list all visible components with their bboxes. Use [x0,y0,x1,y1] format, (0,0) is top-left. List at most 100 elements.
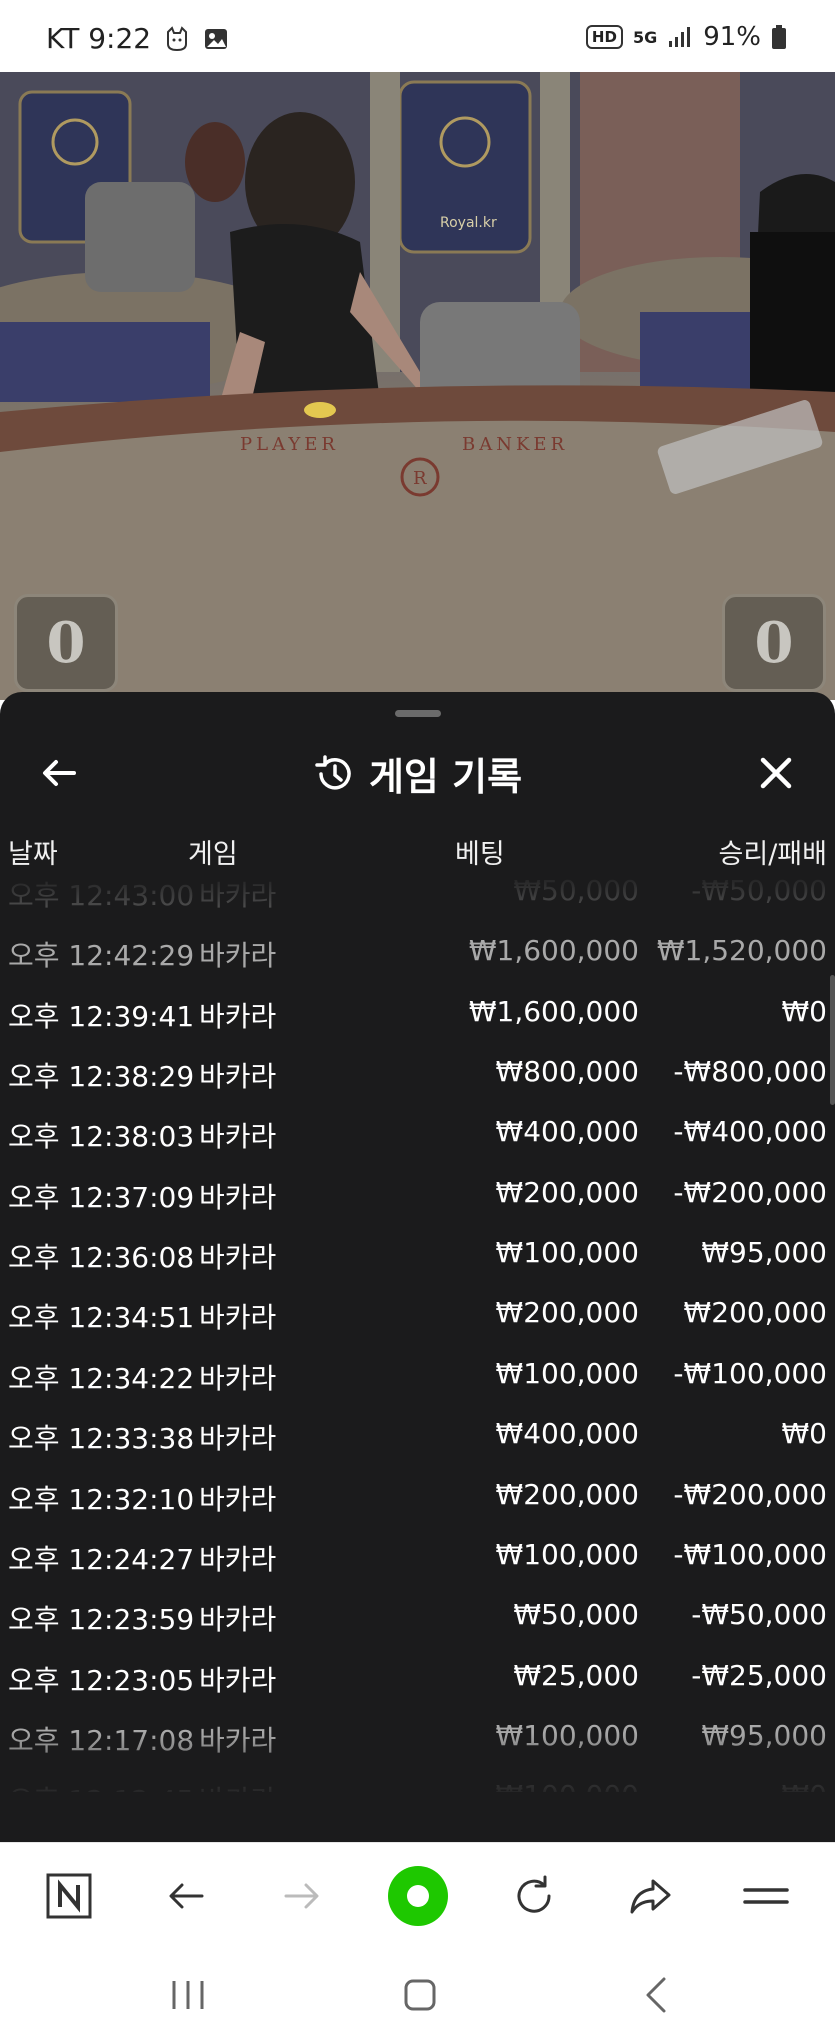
history-row: 오후 12:34:51 바카라 ₩200,000 ₩200,000 [0,1284,835,1344]
row-result: -₩400,000 [673,1115,827,1149]
history-row: 오후 12:12:45 바카라 ₩100,000 ₩0 [0,1767,835,1792]
svg-text:R: R [413,468,427,489]
browser-forward-button[interactable] [271,1865,333,1927]
row-result: ₩1,520,000 [656,934,827,968]
green-dot-button[interactable] [387,1865,449,1927]
forward-arrow-icon [284,1883,319,1909]
system-back-button[interactable] [626,1970,686,2020]
row-result: ₩0 [781,994,828,1028]
row-game: 바카라 [199,1542,277,1576]
row-bet: ₩100,000 [495,1537,639,1571]
row-bet: ₩100,000 [495,1236,639,1270]
baccarat-table-scene: PLAYER BANKER R Royal.kr [0,72,835,700]
row-game: 바카라 [199,1361,277,1395]
share-icon [630,1879,671,1914]
player-score: 0 [14,594,118,692]
carrier-time: KT 9:22 [46,22,152,55]
row-bet: ₩200,000 [495,1477,639,1511]
row-result: ₩95,000 [701,1236,827,1270]
row-date: 오후 12:23:05 [8,1663,195,1697]
row-bet: ₩50,000 [513,1598,639,1632]
row-game: 바카라 [199,1482,277,1516]
recent-apps-button[interactable] [158,1970,218,2020]
refresh-button[interactable] [503,1865,565,1927]
history-row: 오후 12:32:10 바카라 ₩200,000 -₩200,000 [0,1466,835,1526]
panel-header: 게임 기록 [0,732,835,812]
history-row: 오후 12:33:38 바카라 ₩400,000 ₩0 [0,1405,835,1465]
naver-home-button[interactable] [38,1865,100,1927]
row-result: ₩95,000 [701,1718,827,1752]
row-date: 오후 12:38:29 [8,1060,195,1094]
history-row: 오후 12:17:08 바카라 ₩100,000 ₩95,000 [0,1707,835,1767]
row-result: -₩25,000 [691,1658,827,1692]
row-game: 바카라 [199,939,277,973]
status-bar: KT 9:22 HD 5G 91% [0,0,835,72]
history-row: 오후 12:23:59 바카라 ₩50,000 -₩50,000 [0,1586,835,1646]
column-headers: 날짜 게임 베팅 승리/패배 [0,832,835,876]
battery-icon [771,24,787,50]
row-date: 오후 12:39:41 [8,999,195,1033]
row-date: 오후 12:38:03 [8,1120,195,1154]
col-header-date: 날짜 [8,839,58,870]
history-row: 오후 12:34:22 바카라 ₩100,000 -₩100,000 [0,1345,835,1405]
row-date: 오후 12:36:08 [8,1241,195,1275]
browser-back-button[interactable] [155,1865,217,1927]
table-label-player: PLAYER [240,434,339,455]
row-date: 오후 12:42:29 [8,939,195,973]
history-icon [315,754,351,790]
table-label-banker: BANKER [462,434,568,455]
history-row: 오후 12:36:08 바카라 ₩100,000 ₩95,000 [0,1224,835,1284]
row-date: 오후 12:34:51 [8,1301,195,1335]
col-header-bet: 베팅 [455,839,505,870]
row-date: 오후 12:24:27 [8,1542,195,1576]
close-button[interactable] [753,750,799,796]
row-result: ₩200,000 [683,1296,827,1330]
history-row: 오후 12:38:03 바카라 ₩400,000 -₩400,000 [0,1103,835,1163]
recent-apps-icon [172,1981,204,2009]
naver-home-icon [46,1873,92,1919]
menu-icon [743,1888,789,1904]
row-game: 바카라 [199,1060,277,1094]
network-5g-icon: 5G [632,27,658,47]
live-video-stream[interactable]: PLAYER BANKER R Royal.kr 0 0 [0,72,835,700]
row-result: ₩0 [781,1417,828,1451]
drag-handle[interactable] [395,710,441,717]
row-date: 오후 12:17:08 [8,1723,195,1757]
system-back-icon [646,1977,666,2013]
row-result: -₩200,000 [673,1477,827,1511]
history-list[interactable]: 오후 12:43:00 바카라 ₩50,000 -₩50,000 오후 12:42:29… [0,872,835,1792]
row-game: 바카라 [199,1422,277,1456]
row-date: 오후 12:12:45 [8,1779,194,1792]
gallery-notification-icon [203,27,229,51]
col-header-result: 승리/패배 [718,839,827,870]
row-game: 바카라 [199,1241,277,1275]
close-icon [760,757,792,789]
banker-score: 0 [722,594,826,692]
row-game: 바카라 [199,1779,276,1792]
game-history-panel: 게임 기록 날짜 게임 베팅 승리/패배 오후 12:43:00 바카라 ₩50,0… [0,692,835,1842]
row-bet: ₩50,000 [513,874,639,907]
row-result: -₩50,000 [691,874,827,907]
row-game: 바카라 [199,879,277,912]
scrollbar[interactable] [830,975,835,1105]
cat-notification-icon [165,25,189,52]
row-date: 오후 12:37:09 [8,1180,195,1214]
row-bet: ₩400,000 [495,1115,639,1149]
row-bet: ₩200,000 [495,1175,639,1209]
row-result: -₩800,000 [673,1055,827,1089]
menu-button[interactable] [735,1865,797,1927]
row-result: ₩0 [782,1779,828,1792]
signal-icon [667,25,693,49]
row-game: 바카라 [199,999,277,1033]
row-result: -₩100,000 [673,1537,827,1571]
panel-title: 게임 기록 [0,746,835,801]
history-row: 오후 12:43:00 바카라 ₩50,000 -₩50,000 [0,872,835,922]
sign-text: Royal.kr [440,215,497,231]
share-button[interactable] [619,1865,681,1927]
history-row: 오후 12:42:29 바카라 ₩1,600,000 ₩1,520,000 [0,922,835,982]
home-button[interactable] [390,1970,450,2020]
history-row: 오후 12:37:09 바카라 ₩200,000 -₩200,000 [0,1164,835,1224]
row-bet: ₩1,600,000 [468,934,639,968]
green-dot-icon [388,1866,448,1926]
row-game: 바카라 [199,1723,277,1757]
